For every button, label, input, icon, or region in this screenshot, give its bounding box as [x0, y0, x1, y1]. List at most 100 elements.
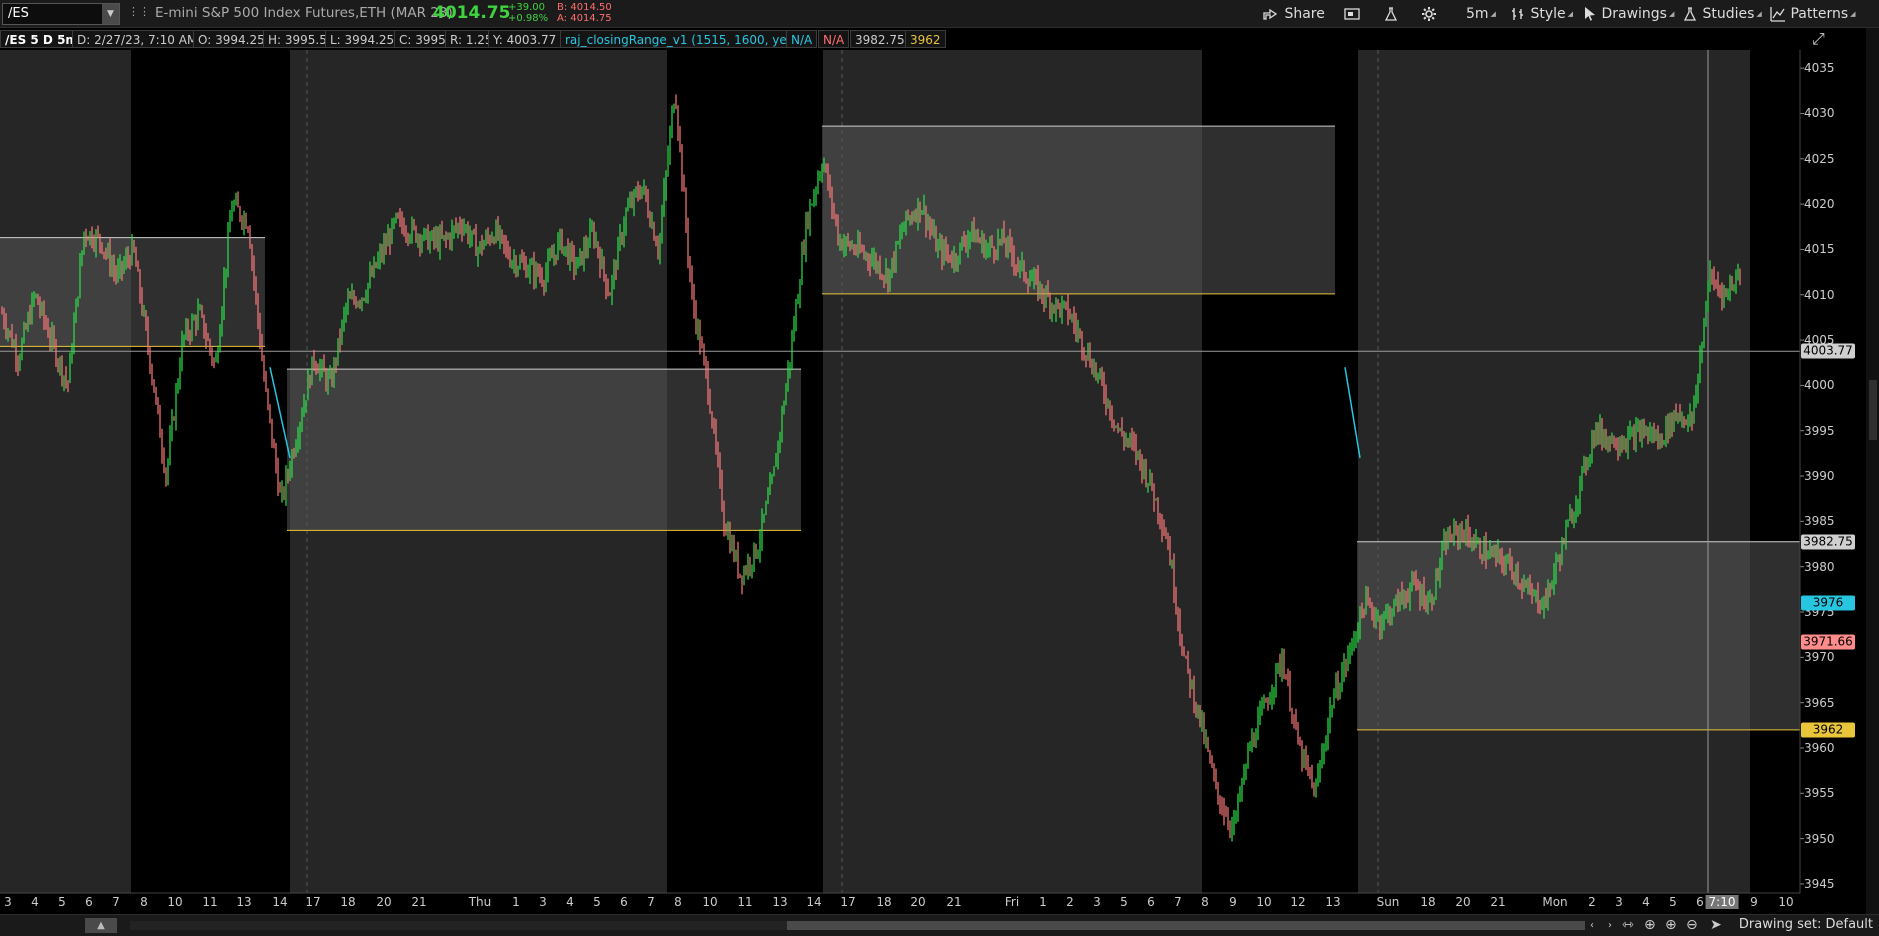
y-tick-label: 3970 [1804, 650, 1835, 665]
session-band [1750, 50, 1800, 893]
x-tick-label: 8 [1201, 895, 1209, 909]
x-tick-label: 5 [1669, 895, 1677, 909]
x-tick-label: 6 [1147, 895, 1155, 909]
x-tick-label: 10 [702, 895, 718, 909]
session-band [1358, 50, 1750, 893]
x-tick-label: 17 [305, 895, 321, 909]
y-tick-label: 4020 [1804, 197, 1835, 212]
y-tick-label: 3990 [1804, 469, 1835, 484]
dropdown-icon: ◢ [1756, 10, 1762, 18]
axis-scale-icon[interactable]: ⤢ [1812, 29, 1825, 49]
style-button[interactable]: Style ◢ [1510, 4, 1573, 24]
horizontal-scroll-thumb[interactable] [787, 921, 1585, 930]
x-tick-label: 18 [1420, 895, 1436, 909]
scroll-right-icon[interactable]: › [1608, 920, 1612, 931]
x-tick-label: 18 [876, 895, 892, 909]
pointer-icon[interactable]: ➤ [1710, 917, 1722, 933]
y-tick-label: 4015 [1804, 242, 1835, 257]
style-label: Style [1530, 6, 1566, 22]
dropdown-icon: ◢ [1850, 10, 1856, 18]
x-tick-label: 21 [946, 895, 962, 909]
cursor-icon [1585, 7, 1595, 21]
patterns-icon [1770, 7, 1785, 22]
share-button[interactable]: Share [1262, 4, 1325, 24]
session-band [131, 50, 290, 893]
y-tick-label: 4025 [1804, 151, 1835, 166]
x-tick-label: Thu [468, 895, 492, 909]
x-tick-label: 7 [112, 895, 120, 909]
y-tick-label: 3960 [1804, 740, 1835, 755]
share-label: Share [1284, 6, 1325, 22]
x-tick-label: 7 [647, 895, 655, 909]
drawings-label: Drawings [1601, 6, 1667, 22]
zoom-out-icon[interactable]: ⊖ [1686, 917, 1698, 933]
flask-icon [1384, 7, 1398, 21]
expand-icon[interactable]: ⇿ [1622, 917, 1634, 933]
x-tick-label: 2 [1588, 895, 1596, 909]
vertical-scrollbar[interactable] [1866, 28, 1879, 914]
crosshair-icon[interactable]: ⊕ [1644, 917, 1656, 933]
x-tick-label: 13 [772, 895, 788, 909]
x-tick-label: 20 [1455, 895, 1471, 909]
symbol-input[interactable]: /ES ▼ [2, 3, 120, 25]
patterns-button[interactable]: Patterns ◢ [1770, 4, 1856, 24]
x-tick-label: 21 [1490, 895, 1506, 909]
x-tick-label: 10 [167, 895, 183, 909]
grip-icon[interactable]: ⋮⋮ [128, 5, 150, 21]
study-value-2: N/A [818, 30, 850, 48]
gear-icon [1422, 7, 1436, 21]
symbol-timeframe: /ES 5 D 5m [0, 30, 83, 48]
timeframe-button[interactable]: 5m ◢ [1466, 4, 1496, 24]
x-tick-label: 9 [1229, 895, 1237, 909]
bar-low: L: 3994.25 [325, 30, 400, 48]
scroll-to-start-button[interactable]: ▲ [85, 918, 117, 933]
x-tick-label: 9 [1750, 895, 1758, 909]
x-tick-label: 3 [1093, 895, 1101, 909]
x-tick-label: 6 [620, 895, 628, 909]
x-tick-label: 1 [1039, 895, 1047, 909]
screenshot-button[interactable] [1343, 4, 1361, 24]
drawing-set-selector[interactable]: Drawing set: Default [1739, 917, 1873, 932]
study-value-4: 3962 [905, 30, 946, 48]
x-tick-label: 10 [1778, 895, 1794, 909]
chevron-down-icon[interactable]: ▼ [102, 4, 119, 24]
x-tick-label: 5 [593, 895, 601, 909]
zoom-in-icon[interactable]: ⊕ [1665, 917, 1677, 933]
y-tick-label: 3950 [1804, 831, 1835, 846]
x-tick-label: 2 [1066, 895, 1074, 909]
studies-button[interactable]: Studies ◢ [1682, 4, 1762, 24]
y-tick-label: 3995 [1804, 423, 1835, 438]
price-badge: 4003.77 [1801, 343, 1855, 359]
vertical-scroll-thumb[interactable] [1869, 380, 1877, 440]
drawings-button[interactable]: Drawings ◢ [1583, 4, 1674, 24]
y-tick-label: 3945 [1804, 876, 1835, 891]
y-tick-label: 4035 [1804, 61, 1835, 76]
study-name[interactable]: raj_closingRange_v1 (1515, 1600, yes) [560, 30, 803, 48]
x-tick-label: 8 [674, 895, 682, 909]
x-tick-label: 17 [840, 895, 856, 909]
x-tick-label: 12 [1290, 895, 1306, 909]
study-value-1: N/A [786, 30, 818, 48]
settings-button[interactable] [1421, 4, 1437, 24]
x-tick-label: 11 [737, 895, 753, 909]
bar-high: H: 3995.5 [263, 30, 332, 48]
scroll-left-icon[interactable]: ‹ [1590, 920, 1594, 931]
price-badge: 3982.75 [1801, 534, 1855, 550]
ask-price: A: 4014.75 [557, 13, 612, 24]
timeframe-label: 5m [1466, 6, 1489, 22]
time-badge: 7:10 [1705, 895, 1739, 909]
bottom-bar: ▲ ‹ › ⇿ ⊕ ⊕ ⊖ ➤ Drawing set: Default [0, 914, 1879, 936]
lab-button[interactable] [1383, 4, 1399, 24]
dropdown-icon: ◢ [1567, 10, 1574, 18]
dropdown-icon: ◢ [1490, 10, 1496, 18]
session-band [0, 50, 131, 893]
x-tick-label: 20 [910, 895, 926, 909]
bar-date: D: 2/27/23, 7:10 AM [72, 30, 203, 48]
x-tick-label: 7 [1174, 895, 1182, 909]
x-tick-label: 13 [236, 895, 252, 909]
cursor-y: Y: 4003.77 [488, 30, 562, 48]
top-toolbar: /ES ▼ ⋮⋮ E-mini S&P 500 Index Futures,ET… [0, 0, 1879, 28]
price-chart[interactable] [0, 0, 1879, 935]
x-tick-label: 14 [272, 895, 288, 909]
x-tick-label: 20 [376, 895, 392, 909]
